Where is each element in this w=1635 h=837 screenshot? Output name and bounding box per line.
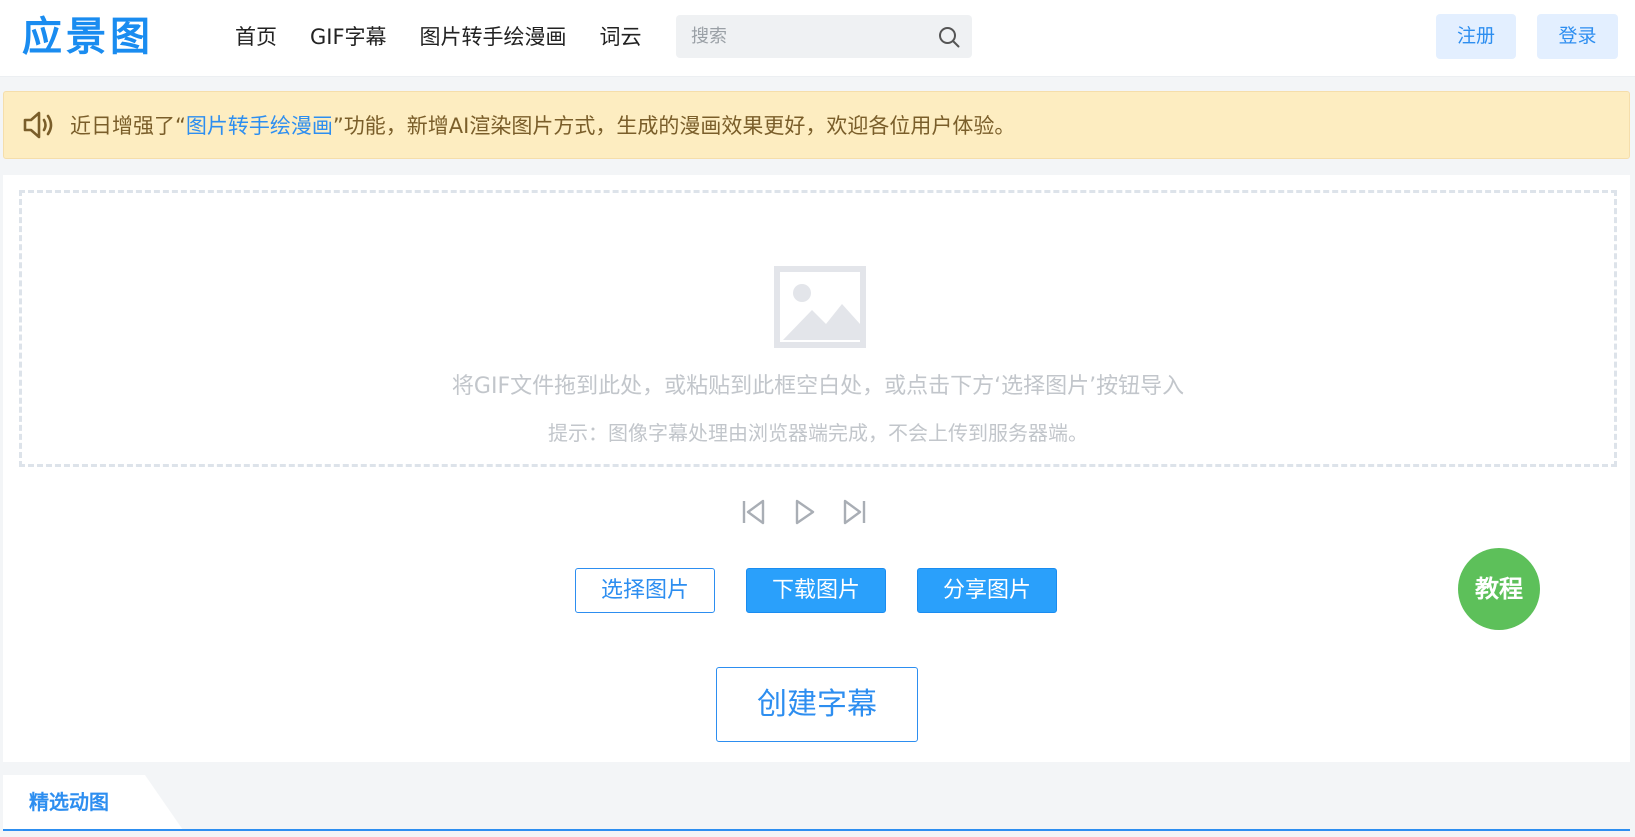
nav-item-home[interactable]: 首页 bbox=[235, 18, 277, 56]
image-icon bbox=[774, 266, 866, 348]
top-header: 应景图 首页 GIF字幕 图片转手绘漫画 词云 注册 登录 bbox=[0, 0, 1635, 77]
speaker-icon bbox=[22, 110, 56, 140]
notice-suffix: ”功能，新增AI渲染图片方式，生成的漫画效果更好，欢迎各位用户体验。 bbox=[332, 114, 1016, 138]
notice-link[interactable]: 图片转手绘漫画 bbox=[186, 114, 333, 138]
site-logo[interactable]: 应景图 bbox=[22, 14, 174, 60]
logo-text: 应景图 bbox=[22, 14, 154, 60]
tab-featured-gifs[interactable]: 精选动图 bbox=[3, 775, 145, 830]
tutorial-button[interactable]: 教程 bbox=[1458, 548, 1540, 630]
search-input[interactable] bbox=[676, 15, 926, 58]
tab-underline bbox=[3, 829, 1630, 831]
nav-item-photo-to-comic[interactable]: 图片转手绘漫画 bbox=[420, 18, 567, 56]
tab-bar: 精选动图 bbox=[3, 775, 1630, 837]
download-image-button[interactable]: 下载图片 bbox=[746, 568, 886, 613]
tab-corner-decoration bbox=[145, 775, 183, 830]
select-image-button[interactable]: 选择图片 bbox=[575, 568, 715, 613]
notice-text: 近日增强了“图片转手绘漫画”功能，新增AI渲染图片方式，生成的漫画效果更好，欢迎… bbox=[70, 111, 1015, 141]
notice-prefix: 近日增强了“ bbox=[70, 114, 186, 138]
search-icon[interactable] bbox=[937, 25, 961, 49]
editor-panel: 将GIF文件拖到此处，或粘贴到此框空白处，或点击下方‘选择图片’按钮导入 提示：… bbox=[3, 175, 1630, 762]
skip-back-icon[interactable] bbox=[739, 497, 767, 527]
nav-item-gif-caption[interactable]: GIF字幕 bbox=[310, 18, 387, 56]
play-icon[interactable] bbox=[791, 497, 819, 527]
main-nav: 首页 GIF字幕 图片转手绘漫画 词云 bbox=[235, 18, 675, 56]
notice-banner: 近日增强了“图片转手绘漫画”功能，新增AI渲染图片方式，生成的漫画效果更好，欢迎… bbox=[3, 91, 1630, 159]
share-image-button[interactable]: 分享图片 bbox=[917, 568, 1057, 613]
dropzone-instruction: 将GIF文件拖到此处，或粘贴到此框空白处，或点击下方‘选择图片’按钮导入 bbox=[451, 374, 1185, 399]
search-box bbox=[676, 15, 972, 58]
skip-forward-icon[interactable] bbox=[841, 497, 869, 527]
playback-controls bbox=[739, 497, 879, 527]
gif-dropzone[interactable]: 将GIF文件拖到此处，或粘贴到此框空白处，或点击下方‘选择图片’按钮导入 提示：… bbox=[19, 190, 1617, 467]
login-button[interactable]: 登录 bbox=[1537, 14, 1618, 59]
create-caption-button[interactable]: 创建字幕 bbox=[716, 667, 918, 742]
nav-item-word-cloud[interactable]: 词云 bbox=[600, 18, 642, 56]
dropzone-hint: 提示：图像字幕处理由浏览器端完成，不会上传到服务器端。 bbox=[548, 421, 1088, 445]
register-button[interactable]: 注册 bbox=[1436, 14, 1516, 59]
